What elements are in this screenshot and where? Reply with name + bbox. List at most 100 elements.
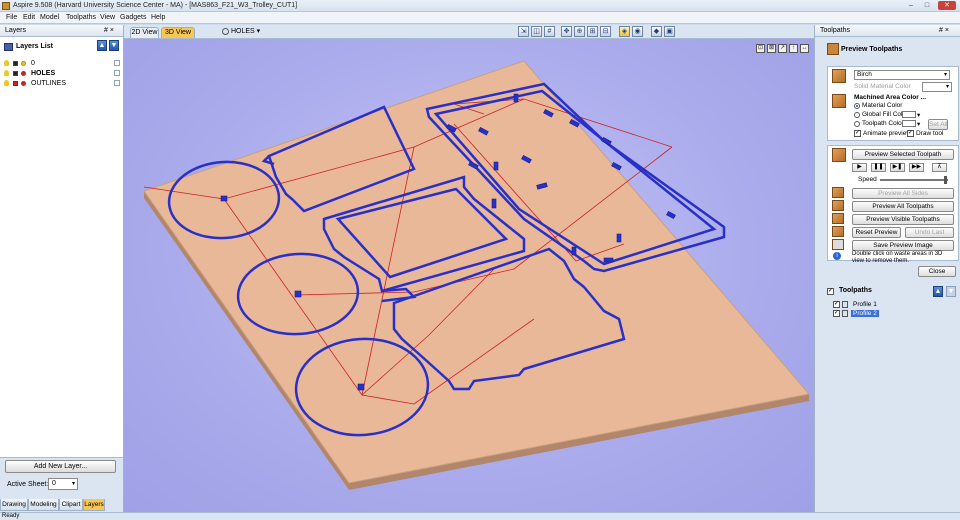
toolpath-row[interactable]: ✓ Profile 1 <box>833 301 943 310</box>
shade-icon[interactable]: ◈ <box>619 26 630 37</box>
layer-row[interactable]: 0 <box>4 59 120 69</box>
radio-toolpath-color[interactable] <box>854 121 860 127</box>
close-window-button[interactable]: ✕ <box>938 1 956 10</box>
layer-checkbox[interactable] <box>114 80 120 86</box>
render-icon[interactable]: ▣ <box>664 26 675 37</box>
chevron-down-icon[interactable]: ▾ <box>917 111 920 119</box>
layer-color-icon[interactable] <box>13 71 18 76</box>
layer-name[interactable]: HOLES <box>31 70 55 77</box>
layer-checkbox[interactable] <box>114 60 120 66</box>
menu-gadgets[interactable]: Gadgets <box>120 14 146 21</box>
add-new-layer-button[interactable]: Add New Layer... <box>5 460 116 473</box>
menu-model[interactable]: Model <box>40 14 59 21</box>
material-value: Birch <box>857 71 872 78</box>
chevron-down-icon[interactable]: ▾ <box>917 120 920 128</box>
layer-name[interactable]: OUTLINES <box>31 80 66 87</box>
pin-icon[interactable]: # × <box>104 27 114 34</box>
toolpath-color-swatch[interactable] <box>902 120 916 127</box>
tab-clipart[interactable]: Clipart <box>59 499 83 511</box>
layer-dropdown[interactable]: HOLES ▾ <box>222 27 260 35</box>
reset-preview-button[interactable]: Reset Preview <box>852 227 901 238</box>
grid-icon[interactable]: # <box>544 26 555 37</box>
tab-modeling[interactable]: Modeling <box>28 499 59 511</box>
pin-icon[interactable]: # × <box>939 27 949 34</box>
preview-all-sides-button[interactable]: Preview All Sides <box>852 188 954 199</box>
preview-visible-toolpaths-button[interactable]: Preview Visible Toolpaths <box>852 214 954 225</box>
toolpath-checkbox[interactable]: ✓ <box>833 301 840 308</box>
step-button[interactable]: ▶❚ <box>890 163 905 172</box>
3d-view-canvas[interactable]: ⊡ ⊠ ↗ ↑ ↔ <box>124 39 814 512</box>
preview-all-toolpaths-button[interactable]: Preview All Toolpaths <box>852 201 954 212</box>
toolpath-name-selected[interactable]: Profile 2 <box>851 310 879 317</box>
layer-row[interactable]: OUTLINES <box>4 79 120 89</box>
3d-scene[interactable] <box>124 39 814 512</box>
move-toolpath-up-button[interactable]: ▲ <box>933 286 943 297</box>
menu-file[interactable]: File <box>6 14 17 21</box>
toolpath-slot <box>493 161 499 171</box>
layers-list-label: Layers List <box>16 43 53 50</box>
all-toolpaths-checkbox[interactable]: ✓ <box>827 288 834 295</box>
layer-color-icon[interactable] <box>13 81 18 86</box>
view-iso-icon[interactable]: ◫ <box>531 26 542 37</box>
toolpath-row[interactable]: ✓ Profile 2 <box>833 310 943 319</box>
snap-icon[interactable]: ✥ <box>561 26 572 37</box>
view-2d-icon[interactable]: ⇲ <box>518 26 529 37</box>
speed-slider-thumb[interactable] <box>944 176 948 184</box>
menu-edit[interactable]: Edit <box>23 14 35 21</box>
tab-drawing[interactable]: Drawing <box>0 499 28 511</box>
layer-lock-icon[interactable] <box>21 81 26 86</box>
nav-icon[interactable]: ⊠ <box>767 44 776 53</box>
radio-material-color[interactable] <box>854 103 860 109</box>
play-button[interactable]: ▶ <box>852 163 867 172</box>
fill-color-swatch[interactable] <box>902 111 916 118</box>
menu-view[interactable]: View <box>100 14 115 21</box>
move-layer-down-button[interactable]: ▼ <box>109 40 119 51</box>
speed-slider[interactable] <box>880 179 948 181</box>
move-toolpath-down-button[interactable]: ▼ <box>946 286 956 297</box>
end-button[interactable]: ⊼ <box>932 163 947 172</box>
tab-layers[interactable]: Layers <box>83 499 105 511</box>
layer-lock-icon[interactable] <box>21 61 26 66</box>
maximize-button[interactable]: □ <box>920 1 934 10</box>
close-panel-button[interactable]: Close <box>918 266 956 277</box>
toolpath-checkbox[interactable]: ✓ <box>833 310 840 317</box>
save-preview-image-button[interactable]: Save Preview Image <box>852 240 954 251</box>
toolpath-name[interactable]: Profile 1 <box>851 301 879 308</box>
preview-selected-toolpath-button[interactable]: Preview Selected Toolpath <box>852 149 954 160</box>
menu-bar: File Edit Model Toolpaths View Gadgets H… <box>0 12 960 24</box>
toolpath-visible-icon[interactable]: ◉ <box>632 26 643 37</box>
solid-color-select[interactable]: ▾ <box>922 82 952 92</box>
pause-button[interactable]: ❚❚ <box>871 163 886 172</box>
undo-last-button[interactable]: Undo Last <box>905 227 954 238</box>
nav-icon[interactable]: ↑ <box>789 44 798 53</box>
zoom-fit-icon[interactable]: ⊕ <box>574 26 585 37</box>
tab-2d-view[interactable]: 2D View <box>130 27 159 38</box>
fast-forward-button[interactable]: ▶▶ <box>909 163 924 172</box>
draw-tool-checkbox[interactable]: ✓ <box>907 130 914 137</box>
active-sheet-select[interactable]: 0 ▾ <box>48 478 78 490</box>
layer-row[interactable]: HOLES <box>4 69 120 79</box>
material-icon[interactable]: ◆ <box>651 26 662 37</box>
layer-color-icon[interactable] <box>13 61 18 66</box>
material-select[interactable]: Birch ▾ <box>854 70 950 80</box>
set-all-button[interactable]: Set All <box>928 119 948 130</box>
layer-name[interactable]: 0 <box>31 60 35 67</box>
radio-global-fill-color[interactable] <box>854 112 860 118</box>
bulb-icon[interactable] <box>4 70 9 76</box>
chevron-down-icon: ▾ <box>945 84 949 90</box>
menu-help[interactable]: Help <box>151 14 165 21</box>
layer-lock-icon[interactable] <box>21 71 26 76</box>
bulb-icon[interactable] <box>4 80 9 86</box>
zoom-in-icon[interactable]: ⊞ <box>587 26 598 37</box>
animate-preview-checkbox[interactable]: ✓ <box>854 130 861 137</box>
nav-icon[interactable]: ↗ <box>778 44 787 53</box>
menu-toolpaths[interactable]: Toolpaths <box>66 14 96 21</box>
nav-icon[interactable]: ↔ <box>800 44 809 53</box>
layer-checkbox[interactable] <box>114 70 120 76</box>
bulb-icon[interactable] <box>4 60 9 66</box>
zoom-out-icon[interactable]: ⊟ <box>600 26 611 37</box>
tab-3d-view[interactable]: 3D View <box>161 27 195 38</box>
nav-icon[interactable]: ⊡ <box>756 44 765 53</box>
move-layer-up-button[interactable]: ▲ <box>97 40 107 51</box>
minimize-button[interactable]: – <box>904 1 918 10</box>
